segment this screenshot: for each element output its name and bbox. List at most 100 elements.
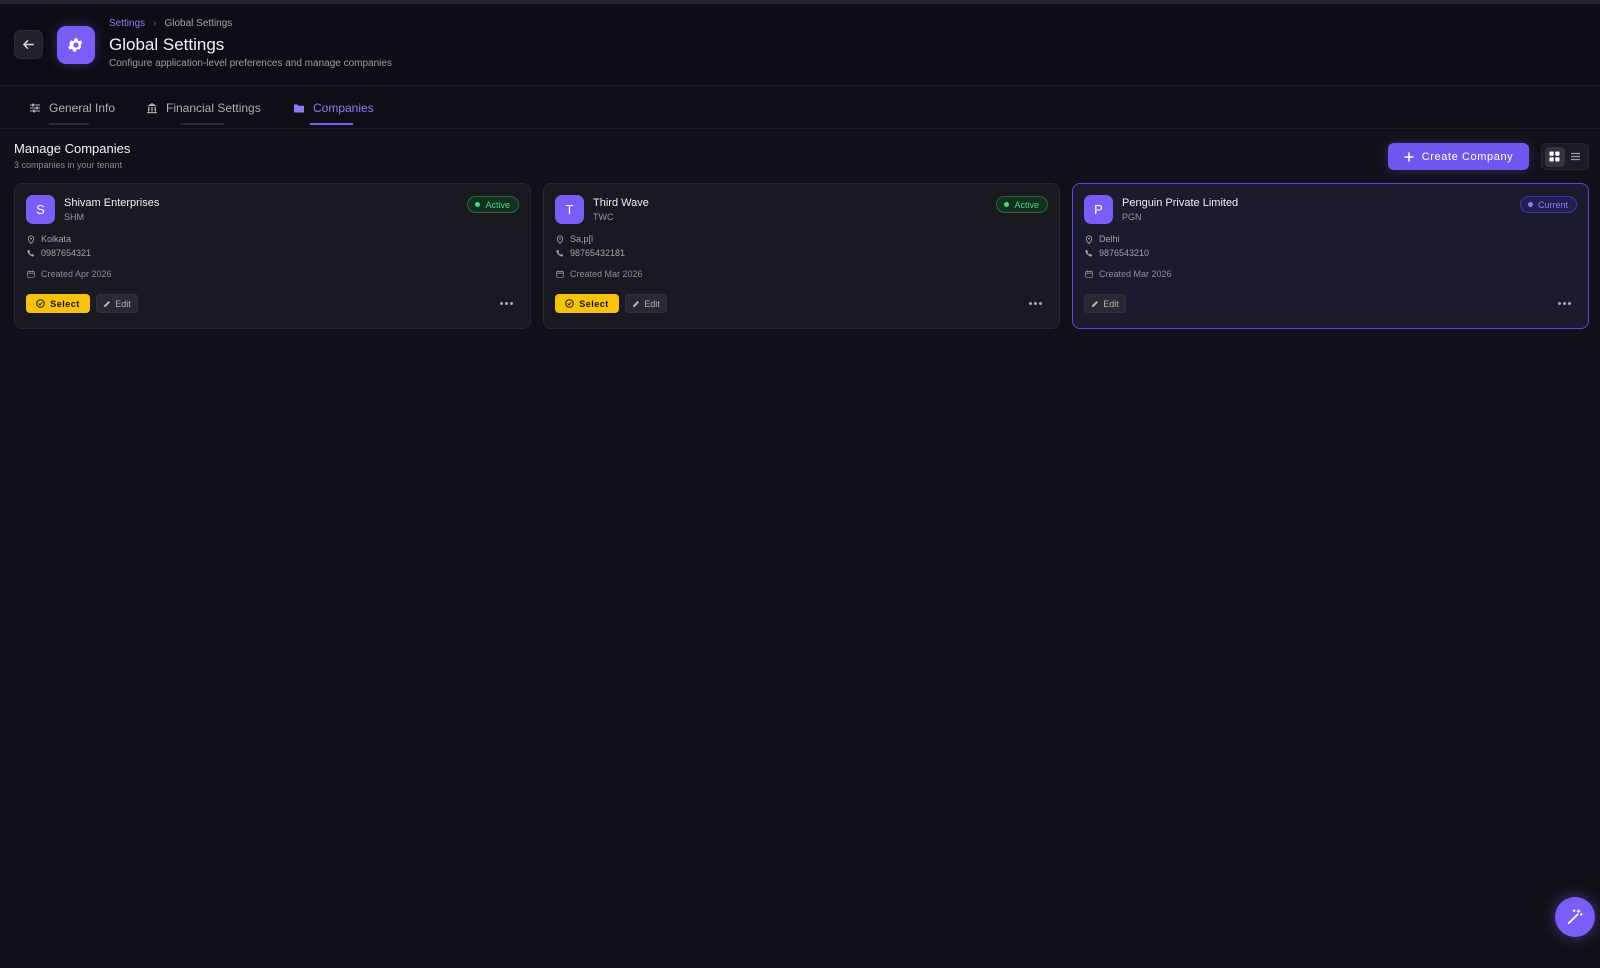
view-toggle [1541,143,1589,170]
created-text: Created Mar 2026 [1099,269,1172,279]
status-badge: Current [1519,196,1577,213]
settings-app-icon [57,26,95,64]
edit-label: Edit [644,298,660,309]
status-badge: Active [467,196,519,213]
create-company-button[interactable]: Create Company [1388,143,1529,170]
calendar-icon [556,270,564,278]
back-button[interactable] [14,30,43,59]
company-name: Shivam Enterprises [64,197,160,209]
sliders-icon [30,103,40,113]
edit-button[interactable]: Edit [625,294,667,313]
settings-tabs: General Info Financial Settings Companie… [0,87,1600,129]
tab-financial-settings-label: Financial Settings [166,101,261,115]
chevron-right-icon: › [153,18,157,29]
company-phone: 98765432181 [556,248,625,258]
phone-icon [1085,249,1093,257]
status-dot [1004,202,1010,207]
status-label: Current [1537,199,1568,210]
company-avatar: T [555,195,584,224]
map-pin-icon [1085,235,1093,244]
breadcrumb-settings-link[interactable]: Settings [109,18,145,29]
breadcrumb-current: Global Settings [164,18,233,29]
status-badge: Active [996,196,1048,213]
status-dot [475,202,481,207]
map-pin-icon [27,235,35,244]
gear-icon [68,38,83,52]
create-company-label: Create Company [1421,150,1514,163]
pencil-icon [1092,300,1099,307]
map-pin-icon [556,235,564,244]
created-text: Created Mar 2026 [570,269,643,279]
tab-underline [49,123,89,125]
location-text: Sa,p[l [570,234,594,244]
tab-companies[interactable]: Companies [293,87,374,129]
tab-general-info-label: General Info [49,101,116,115]
edit-button[interactable]: Edit [1084,294,1126,313]
company-code: SHM [64,212,84,222]
select-label: Select [579,298,609,309]
company-created: Created Apr 2026 [27,269,112,279]
folder-icon [294,104,304,113]
company-created: Created Mar 2026 [556,269,643,279]
list-view-button[interactable] [1566,147,1586,167]
tab-underline [180,123,224,125]
company-location: Sa,p[l [556,234,593,244]
magic-wand-icon [1567,909,1583,925]
phone-text: 98765432181 [570,248,626,258]
more-options-icon[interactable] [1556,297,1572,309]
pencil-icon [633,300,640,307]
company-created: Created Mar 2026 [1085,269,1172,279]
company-code: PGN [1122,212,1142,222]
location-text: Delhi [1099,234,1120,244]
more-options-icon[interactable] [498,297,514,309]
phone-icon [556,249,564,257]
location-text: Kolkata [41,234,72,244]
bank-icon [147,103,157,114]
company-phone: 9876543210 [1085,248,1149,258]
phone-text: 9876543210 [1099,248,1150,258]
select-button[interactable]: Select [555,294,619,313]
check-circle-icon [36,299,46,308]
tab-active-underline [310,123,353,125]
arrow-left-icon [23,40,34,49]
check-circle-icon [565,299,575,308]
company-avatar: P [1084,195,1113,224]
phone-icon [27,249,35,257]
plus-icon [1403,151,1414,162]
calendar-icon [27,270,35,278]
select-label: Select [50,298,80,309]
grid-view-button[interactable] [1544,146,1565,167]
page-header: Settings › Global Settings Global Settin… [0,4,1600,86]
pencil-icon [104,300,111,307]
calendar-icon [1085,270,1093,278]
status-dot [1527,202,1533,207]
status-label: Active [1014,199,1039,210]
section-title: Manage Companies [14,141,131,156]
page-title: Global Settings [109,35,225,54]
company-card-current[interactable]: P Penguin Private Limited PGN Current De… [1072,183,1589,329]
status-label: Active [485,199,510,210]
grid-icon [1549,151,1560,162]
company-name: Third Wave [593,197,649,209]
company-location: Delhi [1085,234,1120,244]
magic-wand-button[interactable] [1555,897,1595,937]
section-subtitle: 3 companies in your tenant [14,160,123,170]
company-card[interactable]: T Third Wave TWC Active Sa,p[l 987654321… [543,183,1060,329]
tab-financial-settings[interactable]: Financial Settings [146,87,261,129]
more-options-icon[interactable] [1027,297,1043,309]
company-location: Kolkata [27,234,71,244]
edit-label: Edit [1103,298,1119,309]
company-card[interactable]: S Shivam Enterprises SHM Active Kolkata … [14,183,531,329]
page-subtitle: Configure application-level preferences … [109,58,392,69]
phone-text: 0987654321 [41,248,92,258]
company-code: TWC [593,212,614,222]
created-text: Created Apr 2026 [41,269,112,279]
select-button[interactable]: Select [26,294,90,313]
list-icon [1571,152,1580,161]
tab-companies-label: Companies [313,101,374,115]
edit-button[interactable]: Edit [96,294,138,313]
company-name: Penguin Private Limited [1122,197,1239,209]
tab-general-info[interactable]: General Info [29,87,115,129]
company-phone: 0987654321 [27,248,91,258]
company-avatar: S [26,195,55,224]
